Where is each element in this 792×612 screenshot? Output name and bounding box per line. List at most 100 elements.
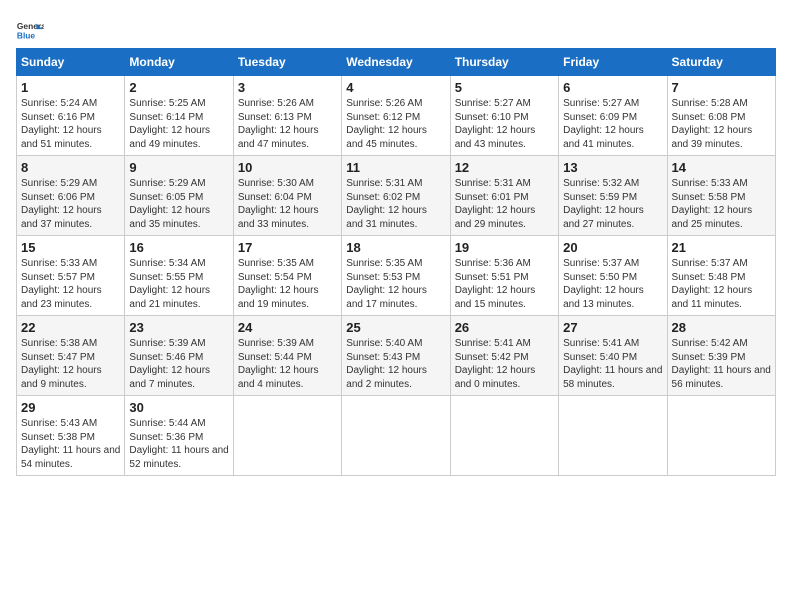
calendar-cell	[667, 396, 775, 476]
day-info: Sunrise: 5:40 AMSunset: 5:43 PMDaylight:…	[346, 337, 445, 391]
day-info: Sunrise: 5:33 AMSunset: 5:57 PMDaylight:…	[21, 257, 120, 311]
day-number: 23	[129, 320, 228, 335]
day-number: 26	[455, 320, 554, 335]
day-number: 13	[563, 160, 662, 175]
day-number: 17	[238, 240, 337, 255]
day-info: Sunrise: 5:39 AMSunset: 5:46 PMDaylight:…	[129, 337, 228, 391]
calendar-cell: 14 Sunrise: 5:33 AMSunset: 5:58 PMDaylig…	[667, 156, 775, 236]
day-info: Sunrise: 5:32 AMSunset: 5:59 PMDaylight:…	[563, 177, 662, 231]
day-number: 5	[455, 80, 554, 95]
column-header-friday: Friday	[559, 49, 667, 76]
day-number: 24	[238, 320, 337, 335]
day-info: Sunrise: 5:26 AMSunset: 6:13 PMDaylight:…	[238, 97, 337, 151]
calendar-cell: 5 Sunrise: 5:27 AMSunset: 6:10 PMDayligh…	[450, 76, 558, 156]
day-info: Sunrise: 5:35 AMSunset: 5:53 PMDaylight:…	[346, 257, 445, 311]
day-info: Sunrise: 5:34 AMSunset: 5:55 PMDaylight:…	[129, 257, 228, 311]
day-number: 14	[672, 160, 771, 175]
calendar-cell: 23 Sunrise: 5:39 AMSunset: 5:46 PMDaylig…	[125, 316, 233, 396]
day-number: 4	[346, 80, 445, 95]
day-number: 12	[455, 160, 554, 175]
logo: General Blue	[16, 16, 44, 44]
calendar-cell: 6 Sunrise: 5:27 AMSunset: 6:09 PMDayligh…	[559, 76, 667, 156]
day-info: Sunrise: 5:41 AMSunset: 5:40 PMDaylight:…	[563, 337, 662, 391]
svg-text:Blue: Blue	[17, 30, 35, 40]
calendar-cell	[342, 396, 450, 476]
day-number: 21	[672, 240, 771, 255]
calendar-cell: 28 Sunrise: 5:42 AMSunset: 5:39 PMDaylig…	[667, 316, 775, 396]
day-number: 3	[238, 80, 337, 95]
day-number: 11	[346, 160, 445, 175]
column-header-wednesday: Wednesday	[342, 49, 450, 76]
day-number: 8	[21, 160, 120, 175]
day-info: Sunrise: 5:44 AMSunset: 5:36 PMDaylight:…	[129, 417, 228, 471]
day-number: 22	[21, 320, 120, 335]
day-info: Sunrise: 5:29 AMSunset: 6:05 PMDaylight:…	[129, 177, 228, 231]
calendar-cell: 25 Sunrise: 5:40 AMSunset: 5:43 PMDaylig…	[342, 316, 450, 396]
column-header-saturday: Saturday	[667, 49, 775, 76]
calendar-cell: 29 Sunrise: 5:43 AMSunset: 5:38 PMDaylig…	[17, 396, 125, 476]
day-number: 28	[672, 320, 771, 335]
day-info: Sunrise: 5:24 AMSunset: 6:16 PMDaylight:…	[21, 97, 120, 151]
calendar-cell: 26 Sunrise: 5:41 AMSunset: 5:42 PMDaylig…	[450, 316, 558, 396]
calendar-cell: 8 Sunrise: 5:29 AMSunset: 6:06 PMDayligh…	[17, 156, 125, 236]
day-info: Sunrise: 5:31 AMSunset: 6:02 PMDaylight:…	[346, 177, 445, 231]
calendar-cell: 17 Sunrise: 5:35 AMSunset: 5:54 PMDaylig…	[233, 236, 341, 316]
day-number: 30	[129, 400, 228, 415]
calendar-cell: 1 Sunrise: 5:24 AMSunset: 6:16 PMDayligh…	[17, 76, 125, 156]
day-number: 10	[238, 160, 337, 175]
calendar-week-row: 15 Sunrise: 5:33 AMSunset: 5:57 PMDaylig…	[17, 236, 776, 316]
day-number: 15	[21, 240, 120, 255]
calendar-cell: 7 Sunrise: 5:28 AMSunset: 6:08 PMDayligh…	[667, 76, 775, 156]
day-info: Sunrise: 5:35 AMSunset: 5:54 PMDaylight:…	[238, 257, 337, 311]
day-info: Sunrise: 5:37 AMSunset: 5:48 PMDaylight:…	[672, 257, 771, 311]
calendar-cell: 24 Sunrise: 5:39 AMSunset: 5:44 PMDaylig…	[233, 316, 341, 396]
day-number: 20	[563, 240, 662, 255]
calendar-cell: 30 Sunrise: 5:44 AMSunset: 5:36 PMDaylig…	[125, 396, 233, 476]
calendar-cell: 10 Sunrise: 5:30 AMSunset: 6:04 PMDaylig…	[233, 156, 341, 236]
calendar-cell: 11 Sunrise: 5:31 AMSunset: 6:02 PMDaylig…	[342, 156, 450, 236]
day-info: Sunrise: 5:36 AMSunset: 5:51 PMDaylight:…	[455, 257, 554, 311]
day-info: Sunrise: 5:26 AMSunset: 6:12 PMDaylight:…	[346, 97, 445, 151]
calendar-cell	[233, 396, 341, 476]
day-number: 6	[563, 80, 662, 95]
day-info: Sunrise: 5:29 AMSunset: 6:06 PMDaylight:…	[21, 177, 120, 231]
calendar-cell: 16 Sunrise: 5:34 AMSunset: 5:55 PMDaylig…	[125, 236, 233, 316]
column-header-monday: Monday	[125, 49, 233, 76]
calendar-cell: 4 Sunrise: 5:26 AMSunset: 6:12 PMDayligh…	[342, 76, 450, 156]
calendar-cell	[559, 396, 667, 476]
calendar-week-row: 22 Sunrise: 5:38 AMSunset: 5:47 PMDaylig…	[17, 316, 776, 396]
calendar-week-row: 29 Sunrise: 5:43 AMSunset: 5:38 PMDaylig…	[17, 396, 776, 476]
day-info: Sunrise: 5:43 AMSunset: 5:38 PMDaylight:…	[21, 417, 120, 471]
day-number: 16	[129, 240, 228, 255]
day-number: 1	[21, 80, 120, 95]
calendar-cell: 13 Sunrise: 5:32 AMSunset: 5:59 PMDaylig…	[559, 156, 667, 236]
day-info: Sunrise: 5:31 AMSunset: 6:01 PMDaylight:…	[455, 177, 554, 231]
calendar-week-row: 1 Sunrise: 5:24 AMSunset: 6:16 PMDayligh…	[17, 76, 776, 156]
day-info: Sunrise: 5:37 AMSunset: 5:50 PMDaylight:…	[563, 257, 662, 311]
day-info: Sunrise: 5:39 AMSunset: 5:44 PMDaylight:…	[238, 337, 337, 391]
day-info: Sunrise: 5:27 AMSunset: 6:10 PMDaylight:…	[455, 97, 554, 151]
calendar-cell: 18 Sunrise: 5:35 AMSunset: 5:53 PMDaylig…	[342, 236, 450, 316]
day-number: 9	[129, 160, 228, 175]
calendar-table: SundayMondayTuesdayWednesdayThursdayFrid…	[16, 48, 776, 476]
column-header-tuesday: Tuesday	[233, 49, 341, 76]
day-number: 25	[346, 320, 445, 335]
calendar-cell: 12 Sunrise: 5:31 AMSunset: 6:01 PMDaylig…	[450, 156, 558, 236]
day-info: Sunrise: 5:28 AMSunset: 6:08 PMDaylight:…	[672, 97, 771, 151]
day-info: Sunrise: 5:41 AMSunset: 5:42 PMDaylight:…	[455, 337, 554, 391]
calendar-cell	[450, 396, 558, 476]
day-number: 18	[346, 240, 445, 255]
calendar-cell: 21 Sunrise: 5:37 AMSunset: 5:48 PMDaylig…	[667, 236, 775, 316]
calendar-header-row: SundayMondayTuesdayWednesdayThursdayFrid…	[17, 49, 776, 76]
calendar-cell: 9 Sunrise: 5:29 AMSunset: 6:05 PMDayligh…	[125, 156, 233, 236]
day-number: 7	[672, 80, 771, 95]
day-number: 2	[129, 80, 228, 95]
day-info: Sunrise: 5:25 AMSunset: 6:14 PMDaylight:…	[129, 97, 228, 151]
day-info: Sunrise: 5:33 AMSunset: 5:58 PMDaylight:…	[672, 177, 771, 231]
day-info: Sunrise: 5:42 AMSunset: 5:39 PMDaylight:…	[672, 337, 771, 391]
calendar-cell: 15 Sunrise: 5:33 AMSunset: 5:57 PMDaylig…	[17, 236, 125, 316]
day-info: Sunrise: 5:27 AMSunset: 6:09 PMDaylight:…	[563, 97, 662, 151]
calendar-cell: 3 Sunrise: 5:26 AMSunset: 6:13 PMDayligh…	[233, 76, 341, 156]
calendar-cell: 2 Sunrise: 5:25 AMSunset: 6:14 PMDayligh…	[125, 76, 233, 156]
day-info: Sunrise: 5:30 AMSunset: 6:04 PMDaylight:…	[238, 177, 337, 231]
